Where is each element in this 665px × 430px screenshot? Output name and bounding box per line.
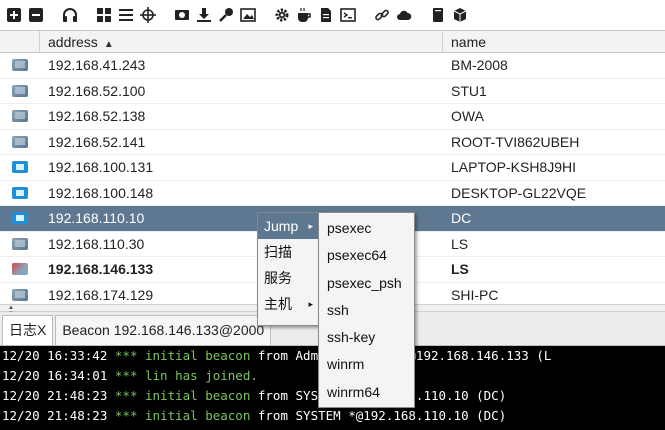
console-event: lin has joined. [145,368,258,383]
table-row[interactable]: 192.168.52.100 STU1 [0,79,665,104]
host-address: 192.168.100.131 [48,159,154,176]
list-icon[interactable] [118,7,134,23]
sort-ascending-icon: ▲ [103,39,114,50]
menu-item-label: 服务 [264,270,292,286]
table-row[interactable]: 192.168.100.131 LAPTOP-KSH8J9HI [0,155,665,181]
table-row[interactable]: 192.168.52.138 OWA [0,104,665,130]
menu-item-services[interactable]: 服务 [258,265,320,291]
link-icon[interactable] [374,7,390,23]
menu-item-scan[interactable]: 扫描 [258,239,320,265]
host-address: 192.168.41.243 [48,57,146,74]
host-name: SHI-PC [451,286,499,303]
menu-item-host[interactable]: 主机 ▸ [258,291,320,317]
terminal-icon[interactable] [340,7,356,23]
console-stars: *** [114,408,138,423]
tab-beacon[interactable]: Beacon 192.168.146.133@2000 [55,315,272,345]
toolbar [0,0,665,30]
console-timestamp: 12/20 16:33:42 [2,348,108,363]
graph-icon[interactable] [96,7,112,23]
address-header-label: address [48,34,98,50]
os-win10-icon [12,161,28,174]
os-win10-icon [12,212,28,225]
console-timestamp: 12/20 16:34:01 [2,368,108,383]
crosshair-icon[interactable] [140,7,156,23]
jump-submenu: psexec psexec64 psexec_psh ssh ssh-key w… [318,212,415,408]
submenu-item-psexec-psh[interactable]: psexec_psh [319,270,414,297]
host-name: BM-2008 [451,57,508,74]
minus-square-icon[interactable] [28,7,44,23]
host-address: 192.168.52.100 [48,82,146,99]
screenshot-icon[interactable] [240,7,256,23]
submenu-item-winrm[interactable]: winrm [319,351,414,378]
submenu-item-ssh[interactable]: ssh [319,297,414,324]
console-timestamp: 12/20 21:48:23 [2,408,108,423]
host-name: LS [451,235,469,252]
table-row[interactable]: 192.168.100.148 DESKTOP-GL22VQE [0,181,665,206]
book-icon[interactable] [430,7,446,23]
host-address: 192.168.52.141 [48,133,146,150]
host-name: OWA [451,108,484,125]
name-column-header[interactable]: name [443,31,665,53]
console-event: initial beacon [145,408,251,423]
plus-square-icon[interactable] [6,7,22,23]
tab-event-log[interactable]: 日志X [2,315,54,345]
console-timestamp: 12/20 21:48:23 [2,388,108,403]
menu-item-label: 主机 [264,296,292,312]
cloud-icon[interactable] [396,7,412,23]
os-red-icon [12,263,28,276]
os-column-header[interactable] [0,31,40,53]
name-header-label: name [451,34,487,50]
table-row[interactable]: 192.168.52.141 ROOT-TVI862UBEH [0,130,665,155]
submenu-arrow-icon: ▸ [308,221,313,231]
os-xp-icon [12,84,28,97]
context-menu: Jump ▸ 扫描 服务 主机 ▸ [257,212,321,326]
download-icon[interactable] [196,7,212,23]
host-name: DC [451,210,472,227]
key-icon[interactable] [218,7,234,23]
host-name: LAPTOP-KSH8J9HI [451,159,577,176]
os-xp-icon [12,237,28,250]
table-header: address ▲ name [0,31,665,53]
submenu-item-psexec[interactable]: psexec [319,215,414,242]
address-column-header[interactable]: address ▲ [40,31,443,53]
submenu-item-psexec64[interactable]: psexec64 [319,242,414,269]
menu-item-jump[interactable]: Jump ▸ [258,213,320,239]
table-row[interactable]: 192.168.41.243 BM-2008 [0,53,665,79]
image-icon[interactable] [174,7,190,23]
console-event: initial beacon [145,348,251,363]
console-stars: *** [114,388,138,403]
cube-icon[interactable] [452,7,468,23]
console-stars: *** [114,348,138,363]
host-name: DESKTOP-GL22VQE [451,184,587,201]
os-xp-icon [12,110,28,123]
menu-item-label: 扫描 [264,244,292,260]
os-xp-icon [12,288,28,301]
host-name: ROOT-TVI862UBEH [451,133,580,150]
os-win10-icon [12,186,28,199]
os-xp-icon [12,135,28,148]
host-address: 192.168.100.148 [48,184,154,201]
gear-icon[interactable] [274,7,290,23]
console-stars: *** [114,368,138,383]
headphones-icon[interactable] [62,7,78,23]
console-line: 12/20 21:48:23 *** initial beacon from S… [0,406,665,426]
host-name: STU1 [451,82,487,99]
document-icon[interactable] [318,7,334,23]
host-address: 192.168.52.138 [48,108,146,125]
menu-item-label: Jump [264,218,299,234]
host-name: LS [451,261,469,278]
submenu-item-winrm64[interactable]: winrm64 [319,379,414,406]
console-detail: from SYSTEM *@192.168.110.10 (DC) [250,408,507,423]
coffee-icon[interactable] [296,7,312,23]
submenu-arrow-icon: ▸ [308,299,313,309]
submenu-item-ssh-key[interactable]: ssh-key [319,324,414,351]
os-xp-icon [12,59,28,72]
console-event: initial beacon [145,388,251,403]
